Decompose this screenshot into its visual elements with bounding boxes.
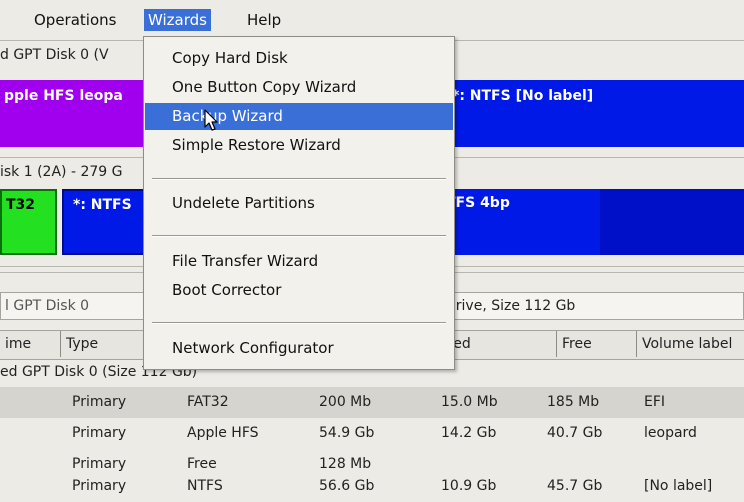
cell-filesystem: FAT32 <box>187 394 229 410</box>
disk1-partition-ntfs[interactable]: *: NTFS <box>62 189 152 255</box>
cell-free: 40.7 Gb <box>547 425 603 441</box>
partition-label: pple HFS leopa <box>4 88 123 104</box>
cell-size: 200 Mb <box>319 394 372 410</box>
menu-help[interactable]: Help <box>243 9 285 31</box>
cell-type: Primary <box>72 425 127 441</box>
menu-bar: Operations Wizards Help <box>0 0 744 36</box>
cell-filesystem: NTFS <box>187 478 223 494</box>
column-header-name[interactable]: ime <box>0 331 60 357</box>
column-header-free[interactable]: Free <box>556 331 636 357</box>
wizards-dropdown-menu: Copy Hard Disk One Button Copy Wizard Ba… <box>143 36 455 370</box>
disk0-partition-ntfs[interactable]: *: NTFS [No label] <box>440 80 744 147</box>
column-header-type[interactable]: Type <box>60 331 144 357</box>
partition-label: T32 <box>6 197 36 213</box>
table-row[interactable]: Primary NTFS 56.6 Gb 10.9 Gb 45.7 Gb [No… <box>0 471 744 502</box>
cell-volume-label: leopard <box>644 425 697 441</box>
menu-operations[interactable]: Operations <box>30 9 120 31</box>
table-row[interactable]: Primary Apple HFS 54.9 Gb 14.2 Gb 40.7 G… <box>0 418 744 449</box>
menu-item-boot-corrector[interactable]: Boot Corrector <box>145 277 453 304</box>
cell-volume-label: [No label] <box>644 478 713 494</box>
cell-size: 56.6 Gb <box>319 478 375 494</box>
cell-used: 15.0 Mb <box>441 394 498 410</box>
partition-shade <box>600 189 744 255</box>
menu-separator <box>152 235 446 237</box>
partition-label: TFS 4bp <box>446 195 510 211</box>
cell-used: 10.9 Gb <box>441 478 497 494</box>
cell-volume-label: EFI <box>644 394 666 410</box>
menu-item-simple-restore-wizard[interactable]: Simple Restore Wizard <box>145 132 453 159</box>
menu-separator <box>152 322 446 324</box>
disk0-partition-hfs[interactable]: pple HFS leopa <box>0 80 160 147</box>
column-header-used[interactable]: sed <box>440 331 556 357</box>
cell-free: 185 Mb <box>547 394 600 410</box>
menu-item-one-button-copy-wizard[interactable]: One Button Copy Wizard <box>145 74 453 101</box>
cell-used: 14.2 Gb <box>441 425 497 441</box>
cell-size: 54.9 Gb <box>319 425 375 441</box>
arrow-cursor-icon <box>204 109 218 131</box>
partition-label: *: NTFS [No label] <box>452 88 594 104</box>
cell-type: Primary <box>72 394 127 410</box>
disk0-title: d GPT Disk 0 (V <box>0 47 109 63</box>
disk1-partition-fat32[interactable]: T32 <box>0 189 57 255</box>
menu-separator <box>152 178 446 180</box>
cell-type: Primary <box>72 478 127 494</box>
menu-item-file-transfer-wizard[interactable]: File Transfer Wizard <box>145 248 453 275</box>
menu-item-copy-hard-disk[interactable]: Copy Hard Disk <box>145 45 453 72</box>
partition-label: *: NTFS <box>73 197 132 213</box>
drive-info-field: Drive, Size 112 Gb <box>440 292 744 320</box>
menu-item-network-configurator[interactable]: Network Configurator <box>145 335 453 362</box>
table-row[interactable]: Primary FAT32 200 Mb 15.0 Mb 185 Mb EFI <box>0 387 744 418</box>
menu-wizards[interactable]: Wizards <box>144 9 211 31</box>
cell-filesystem: Apple HFS <box>187 425 259 441</box>
disk-selector-field[interactable]: l GPT Disk 0 <box>0 292 146 320</box>
cell-free: 45.7 Gb <box>547 478 603 494</box>
menu-item-backup-wizard[interactable]: Backup Wizard <box>145 103 453 130</box>
column-header-volume-label[interactable]: Volume label <box>636 331 744 357</box>
menu-item-undelete-partitions[interactable]: Undelete Partitions <box>145 190 453 217</box>
disk1-title: isk 1 (2A) - 279 G <box>0 164 123 180</box>
